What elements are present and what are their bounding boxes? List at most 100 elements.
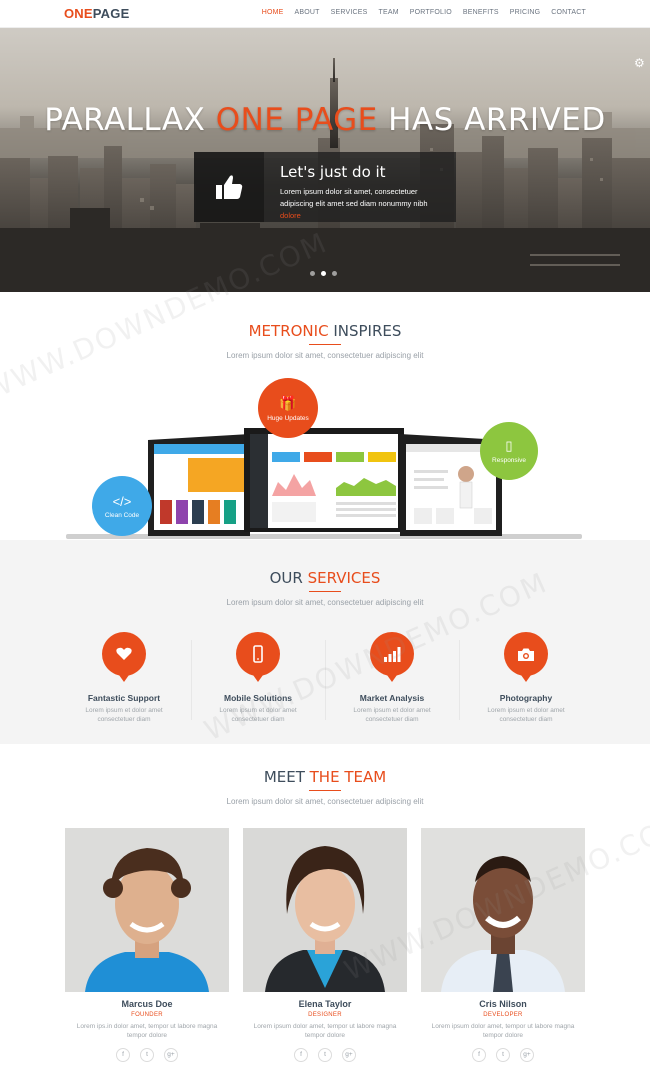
service-text-line: Lorem ipsum et dolor amet (85, 707, 163, 714)
service-text: Lorem ipsum et dolor amet consectetuer di… (191, 707, 325, 724)
google-plus-icon[interactable]: g+ (520, 1048, 534, 1062)
clean-code-label: Clean Code (104, 511, 140, 519)
member-bio: Lorem ips.in dolor amet, tempor ut labor… (65, 1023, 229, 1040)
service-text: Lorem ipsum et dolor amet consectetuer di… (57, 707, 191, 724)
member-social-links: f t g+ (243, 1048, 407, 1062)
hero-caption-body: Lorem ipsum dolor sit amet, consectetuer… (280, 187, 428, 208)
huge-updates-bubble: 🎁 Huge Updates (258, 378, 318, 438)
twitter-icon[interactable]: t (140, 1048, 154, 1062)
gear-icon[interactable]: ⚙ (634, 57, 646, 69)
service-text-line: consectetuer diam (499, 715, 553, 723)
team-title: MEET THE TEAM (0, 768, 650, 786)
member-role: FOUNDER (131, 1012, 163, 1018)
service-text: Lorem ipsum et dolor amet consectetuer di… (459, 707, 593, 724)
nav-item-team[interactable]: TEAM (379, 9, 399, 16)
gift-icon: 🎁 (279, 394, 297, 411)
inspires-title-accent: METRONIC (248, 322, 329, 340)
service-item: Market Analysis Lorem ipsum et dolor ame… (325, 632, 459, 724)
nav-item-contact[interactable]: CONTACT (551, 9, 586, 16)
member-bio: Lorem ipsum dolor amet, tempor ut labore… (421, 1023, 585, 1040)
hero-title-part: PARALLAX (44, 102, 216, 138)
bar-chart-icon (370, 632, 414, 682)
inspires-title: METRONIC INSPIRES (0, 322, 650, 340)
logo-text-page: PAGE (92, 6, 130, 21)
main-menu: HOME ABOUT SERVICES TEAM PORTFOLIO BENEF… (251, 9, 586, 16)
devices-showcase-image: 🎁 Huge Updates ▯ Responsive </> Clean Co… (64, 378, 584, 542)
hero-slider: PARALLAX ONE PAGE HAS ARRIVED Let's just… (0, 28, 650, 292)
service-text-line: consectetuer diam (365, 715, 419, 723)
mobile-icon (236, 632, 280, 682)
responsive-bubble: ▯ Responsive (480, 422, 538, 480)
huge-updates-label: Huge Updates (267, 414, 309, 422)
facebook-icon[interactable]: f (116, 1048, 130, 1062)
twitter-icon[interactable]: t (318, 1048, 332, 1062)
clean-code-bubble: </> Clean Code (92, 476, 152, 536)
responsive-label: Responsive (492, 457, 526, 464)
title-divider (309, 591, 341, 592)
service-title: Fantastic Support (87, 693, 161, 703)
service-text-line: Lorem ipsum et dolor amet (353, 707, 431, 714)
hero-caption-text: Lorem ipsum dolor sit amet, consectetuer… (280, 186, 450, 222)
services-title: OUR SERVICES (0, 569, 650, 587)
team-member-card: Cris Nilson DEVELOPER Lorem ipsum dolor … (421, 828, 585, 1062)
camera-icon (504, 632, 548, 682)
service-item: Fantastic Support Lorem ipsum et dolor a… (57, 632, 191, 724)
member-name: Marcus Doe (121, 999, 173, 1009)
service-text: Lorem ipsum et dolor amet consectetuer di… (325, 707, 459, 724)
member-bio-line: Lorem ipsum dolor amet, tempor ut labore… (431, 1023, 575, 1030)
team-member-card: Elena Taylor DESIGNER Lorem ipsum dolor … (243, 828, 407, 1062)
member-photo (65, 828, 229, 992)
nav-item-benefits[interactable]: BENEFITS (463, 9, 499, 16)
slider-dot[interactable] (332, 271, 337, 276)
title-divider (309, 344, 341, 345)
member-bio-line: tempor dolore (482, 1031, 524, 1039)
member-name: Cris Nilson (479, 999, 527, 1009)
google-plus-icon[interactable]: g+ (164, 1048, 178, 1062)
member-name: Elena Taylor (298, 999, 352, 1009)
service-text-line: Lorem ipsum et dolor amet (487, 707, 565, 714)
hero-headline: PARALLAX ONE PAGE HAS ARRIVED (0, 102, 650, 138)
logo[interactable]: ONEPAGE (64, 6, 129, 21)
hero-caption-title: Let's just do it (280, 163, 386, 181)
hero-caption-link[interactable]: dolore (280, 211, 301, 220)
nav-item-services[interactable]: SERVICES (331, 9, 368, 16)
thumbs-up-icon (194, 152, 264, 222)
facebook-icon[interactable]: f (294, 1048, 308, 1062)
services-subtitle: Lorem ipsum dolor sit amet, consectetuer… (226, 598, 424, 607)
inspires-title-part: INSPIRES (328, 322, 402, 340)
member-bio-line: tempor dolore (304, 1031, 346, 1039)
slider-dot-active[interactable] (321, 271, 326, 276)
member-role: DESIGNER (308, 1012, 342, 1018)
team-subtitle: Lorem ipsum dolor sit amet, consectetuer… (226, 797, 424, 806)
nav-item-portfolio[interactable]: PORTFOLIO (410, 9, 452, 16)
service-text-line: consectetuer diam (231, 715, 285, 723)
mobile-icon: ▯ (505, 438, 513, 453)
member-role: DEVELOPER (483, 1012, 523, 1018)
member-social-links: f t g+ (65, 1048, 229, 1062)
slider-pagination (310, 271, 337, 276)
team-member-card: Marcus Doe FOUNDER Lorem ips.in dolor am… (65, 828, 229, 1062)
code-icon: </> (112, 493, 132, 509)
member-bio-line: Lorem ipsum dolor amet, tempor ut labore… (253, 1023, 397, 1030)
member-photo (421, 828, 585, 992)
nav-item-pricing[interactable]: PRICING (510, 9, 541, 16)
google-plus-icon[interactable]: g+ (342, 1048, 356, 1062)
member-bio: Lorem ipsum dolor amet, tempor ut labore… (243, 1023, 407, 1040)
hero-title-accent: ONE PAGE (215, 102, 378, 138)
services-title-part: OUR (269, 569, 308, 587)
service-title: Mobile Solutions (224, 693, 292, 703)
service-item: Photography Lorem ipsum et dolor amet con… (459, 632, 593, 724)
top-navbar: ONEPAGE HOME ABOUT SERVICES TEAM PORTFOL… (0, 0, 650, 28)
service-item: Mobile Solutions Lorem ipsum et dolor am… (191, 632, 325, 724)
service-title: Market Analysis (359, 693, 425, 703)
nav-item-about[interactable]: ABOUT (295, 9, 320, 16)
hero-title-part: HAS ARRIVED (377, 102, 606, 138)
nav-item-home[interactable]: HOME (262, 9, 284, 16)
facebook-icon[interactable]: f (472, 1048, 486, 1062)
inspires-subtitle: Lorem ipsum dolor sit amet, consectetuer… (226, 351, 424, 360)
team-title-accent: THE TEAM (309, 768, 387, 786)
logo-text-one: ONE (64, 6, 93, 21)
slider-dot[interactable] (310, 271, 315, 276)
twitter-icon[interactable]: t (496, 1048, 510, 1062)
member-photo (243, 828, 407, 992)
